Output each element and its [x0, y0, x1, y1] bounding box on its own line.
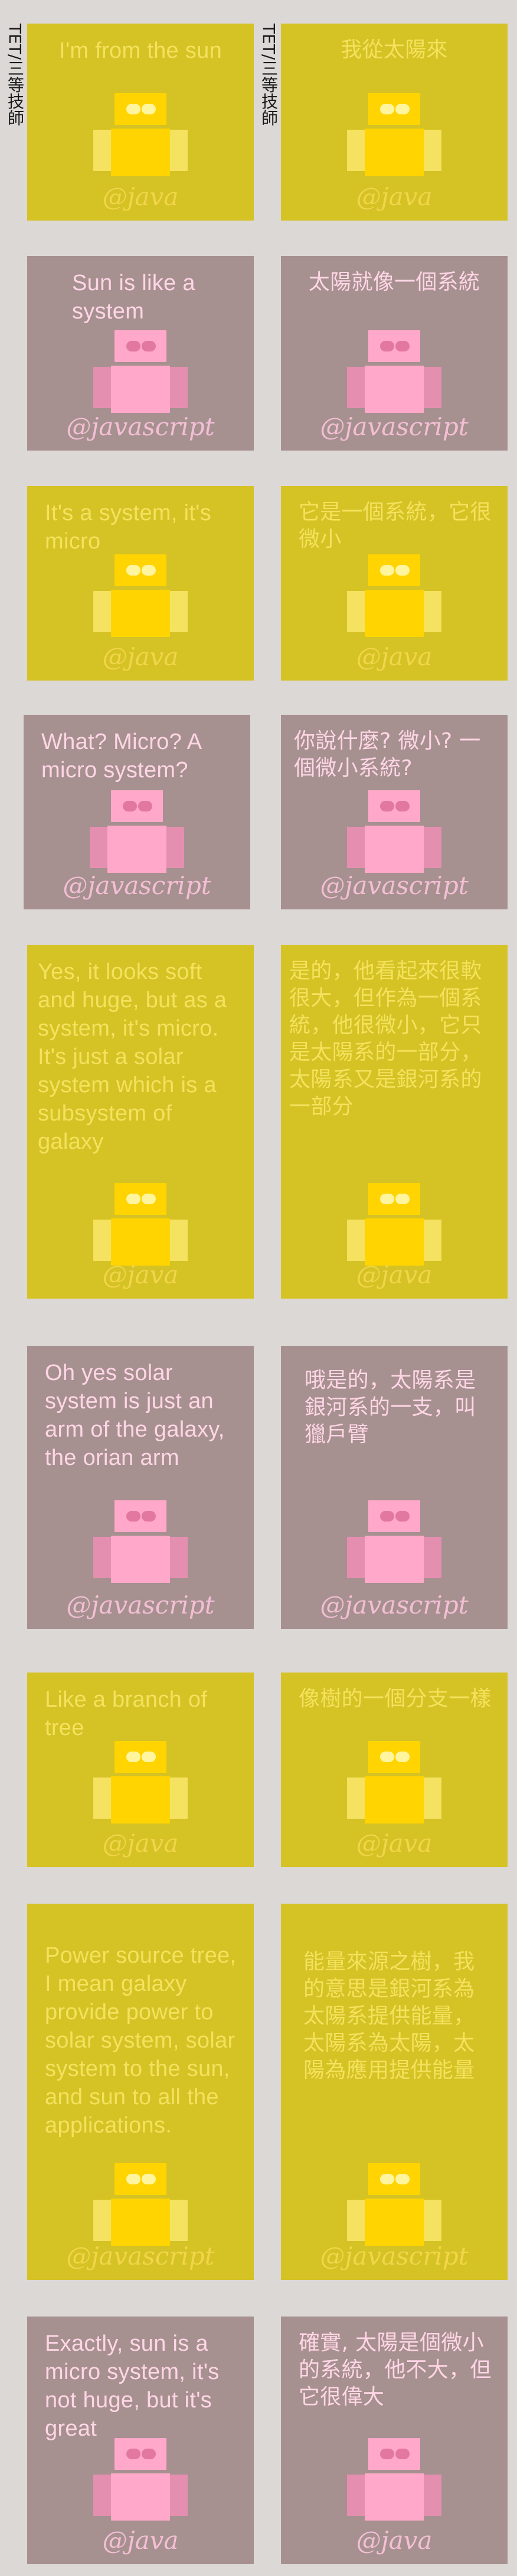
comic-panel: 你說什麼? 微小? 一個微小系統? @javascript: [281, 715, 508, 909]
panel-text: 是的，他看起來很軟很大，但作為一個系統，他很微小，它只是太陽系的一部分，太陽系又…: [289, 959, 482, 1119]
panel-text: Sun is like a system: [72, 271, 195, 324]
robot-icon: [347, 330, 441, 413]
robot-icon: [347, 2163, 441, 2246]
panel-text: 像樹的一個分支一樣: [299, 1687, 492, 1711]
panel-handle: @java: [356, 182, 433, 211]
comic-panel: Oh yes solar system is just an arm of th…: [27, 1346, 254, 1629]
panel-handle: @java: [102, 1260, 179, 1289]
panel-text: I'm from the sun: [58, 38, 222, 63]
panel-handle: @java: [102, 642, 179, 671]
robot-icon: [93, 1500, 188, 1583]
comic-panel: 能量來源之樹，我的意思是銀河系為太陽系提供能量，太陽系為太陽，太陽為應用提供能量…: [281, 1904, 508, 2280]
comic-panel: Exactly, sun is a micro system, it's not…: [27, 2317, 254, 2564]
robot-icon: [347, 1741, 441, 1823]
panel-text: 它是一個系統，它很微小: [299, 500, 492, 551]
panel-handle: @java: [102, 2526, 179, 2555]
panel-text: 太陽就像一個系統: [308, 270, 480, 294]
panel-handle: @java: [356, 1260, 433, 1289]
comic-panel: 哦是的，太陽系是銀河系的一支，叫獵戶臂 @javascript: [281, 1346, 508, 1629]
panel-handle: @java: [102, 1829, 179, 1858]
panel-handle: @javascript: [63, 871, 211, 900]
comic-panel: What? Micro? A micro system? @javascript: [24, 715, 250, 909]
panel-handle: @javascript: [320, 871, 469, 900]
panel-handle: @javascript: [66, 2242, 215, 2271]
panel-text: What? Micro? A micro system?: [41, 730, 201, 783]
comic-panel: Yes, it looks soft and huge, but as a sy…: [27, 945, 254, 1299]
robot-icon: [90, 790, 184, 873]
panel-handle: @javascript: [320, 412, 469, 441]
comic-panel: 是的，他看起來很軟很大，但作為一個系統，他很微小，它只是太陽系的一部分，太陽系又…: [281, 945, 508, 1299]
panel-handle: @javascript: [66, 1591, 215, 1619]
robot-icon: [93, 330, 188, 413]
comic-panel: Like a branch of tree @java: [27, 1673, 254, 1867]
comic-panel: 像樹的一個分支一樣 @java: [281, 1673, 508, 1867]
panel-text: Exactly, sun is a micro system, it's not…: [45, 2331, 220, 2441]
panel-text: It's a system, it's micro: [45, 501, 212, 554]
panel-handle: @javascript: [320, 1591, 469, 1619]
panel-handle: @java: [102, 182, 179, 211]
panel-text: Like a branch of tree: [45, 1687, 208, 1740]
panel-handle: @javascript: [320, 2242, 469, 2271]
robot-icon: [93, 2163, 188, 2246]
comic-panel: 太陽就像一個系統 @javascript: [281, 256, 508, 451]
robot-icon: [347, 2438, 441, 2521]
robot-icon: [347, 790, 441, 873]
robot-icon: [93, 93, 188, 176]
robot-icon: [93, 2438, 188, 2521]
comic-panel: 它是一個系統，它很微小 @java: [281, 486, 508, 681]
comic-panel: 我從太陽來 @java: [281, 24, 508, 221]
comic-page: { "side_label": "TET/三等技師", "colors": { …: [0, 0, 517, 2576]
panel-text: Yes, it looks soft and huge, but as a sy…: [38, 960, 227, 1154]
comic-panel: Sun is like a system @javascript: [27, 256, 254, 451]
panel-text: 能量來源之樹，我的意思是銀河系為太陽系提供能量，太陽系為太陽，太陽為應用提供能量: [303, 1950, 475, 2082]
comic-panel: It's a system, it's micro @java: [27, 486, 254, 681]
comic-panel: I'm from the sun @java: [27, 24, 254, 221]
comic-panel: 確實, 太陽是個微小的系統，他不大，但它很偉大 @java: [281, 2317, 508, 2564]
robot-icon: [347, 554, 441, 637]
robot-icon: [347, 1500, 441, 1583]
robot-icon: [93, 1741, 188, 1823]
panel-handle: @java: [356, 2526, 433, 2555]
robot-icon: [347, 1183, 441, 1266]
panel-handle: @javascript: [66, 412, 215, 441]
panel-text: 我從太陽來: [341, 38, 448, 62]
robot-icon: [93, 1183, 188, 1266]
panel-text: 確實, 太陽是個微小的系統，他不大，但它很偉大: [299, 2331, 492, 2409]
side-label-right: TET/三等技師: [259, 24, 279, 126]
robot-icon: [93, 554, 188, 637]
panel-handle: @java: [356, 1829, 433, 1858]
robot-icon: [347, 93, 441, 176]
panel-text: 你說什麼? 微小? 一個微小系統?: [294, 729, 481, 780]
panel-handle: @java: [356, 642, 433, 671]
side-label-left: TET/三等技師: [5, 24, 25, 126]
panel-text: Power source tree, I mean galaxy provide…: [45, 1943, 237, 2138]
panel-text: Oh yes solar system is just an arm of th…: [45, 1361, 225, 1470]
panel-text: 哦是的，太陽系是銀河系的一支，叫獵戶臂: [305, 1368, 476, 1447]
comic-panel: Power source tree, I mean galaxy provide…: [27, 1904, 254, 2280]
